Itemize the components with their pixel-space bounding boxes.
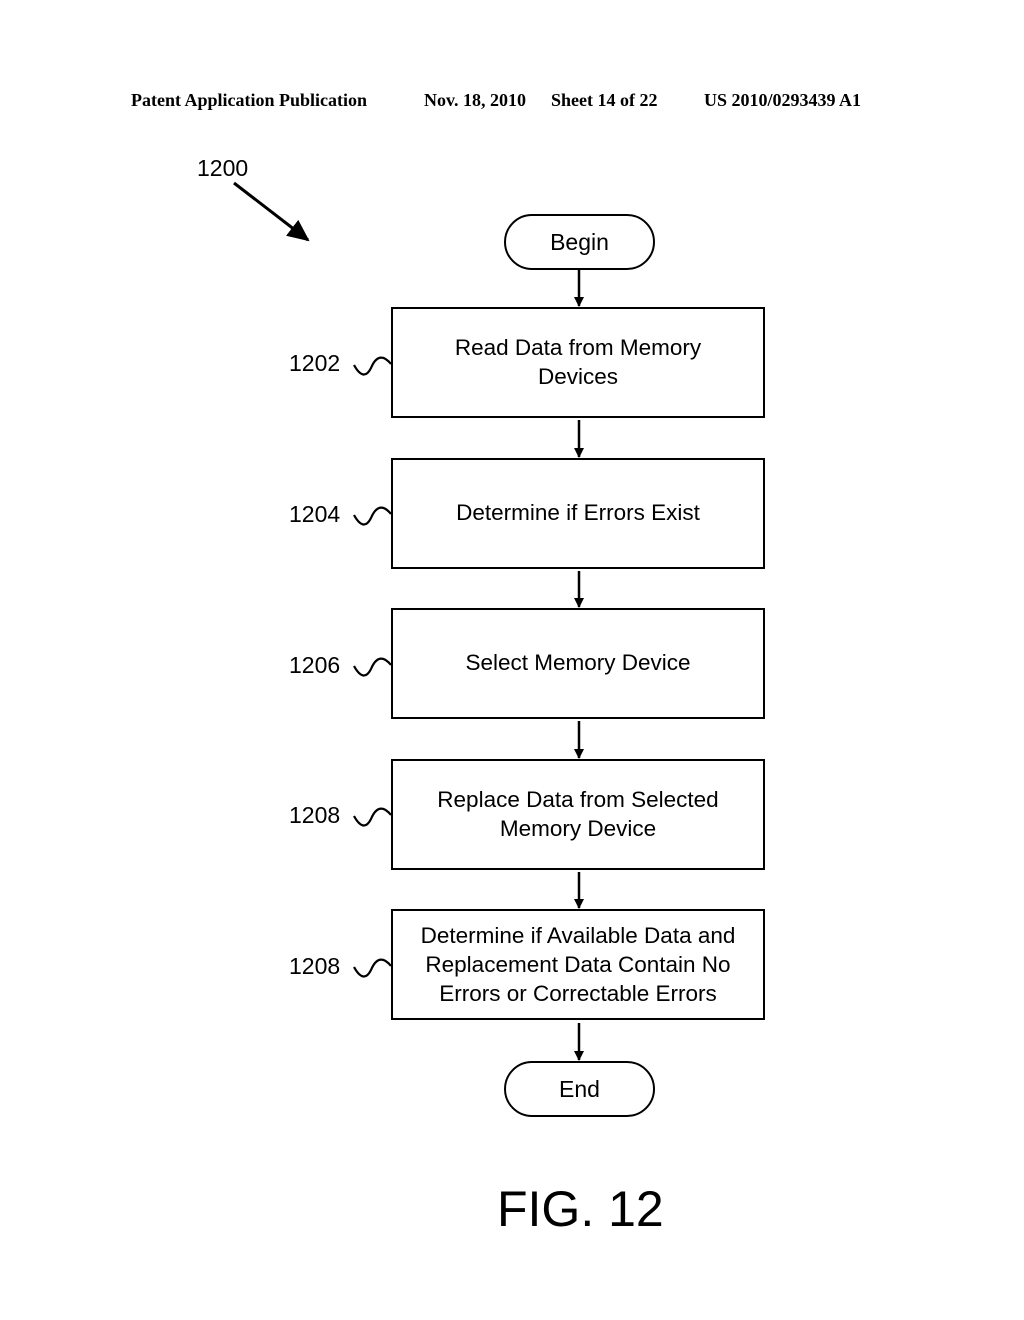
step-box-determine-errors: Determine if Errors Exist <box>391 458 765 569</box>
step-text-line: Determine if Errors Exist <box>456 500 700 526</box>
reference-arrow <box>233 181 310 242</box>
leader-squiggle-1208 <box>353 807 392 827</box>
step-text-line: Read Data from Memory <box>454 335 702 361</box>
leader-squiggle-1202 <box>353 356 392 376</box>
step-text-line: Errors or Correctable Errors <box>439 981 717 1007</box>
step-ref-1204: 1204 <box>289 501 341 527</box>
end-terminal: End <box>504 1061 655 1117</box>
step-text-line: Devices <box>537 363 618 389</box>
leader-squiggle-1204 <box>353 506 392 526</box>
step-box-replace-data: Replace Data from Selected Memory Device <box>391 759 765 870</box>
step-text-line: Replace Data from Selected <box>437 787 719 813</box>
step-text-line: Memory Device <box>499 815 657 841</box>
figure-caption: FIG. 12 <box>497 1181 664 1237</box>
step-ref-1208b: 1208 <box>289 953 341 979</box>
step-ref-1206: 1206 <box>289 652 341 678</box>
begin-label: Begin <box>550 228 609 255</box>
step-box-select-device: Select Memory Device <box>391 608 765 719</box>
begin-terminal: Begin <box>504 214 655 270</box>
leader-squiggle-1208b <box>353 958 392 978</box>
step-text-line: Replacement Data Contain No <box>425 951 731 977</box>
step-box-determine-available: Determine if Available Data and Replacem… <box>391 909 765 1020</box>
step-text-line: Determine if Available Data and <box>420 922 736 948</box>
step-text-line: Select Memory Device <box>465 650 691 676</box>
step-box-read-data: Read Data from Memory Devices <box>391 307 765 418</box>
end-label: End <box>559 1075 600 1102</box>
leader-squiggle-1206 <box>353 657 392 677</box>
step-ref-1208: 1208 <box>289 802 341 828</box>
step-ref-1202: 1202 <box>289 350 341 376</box>
